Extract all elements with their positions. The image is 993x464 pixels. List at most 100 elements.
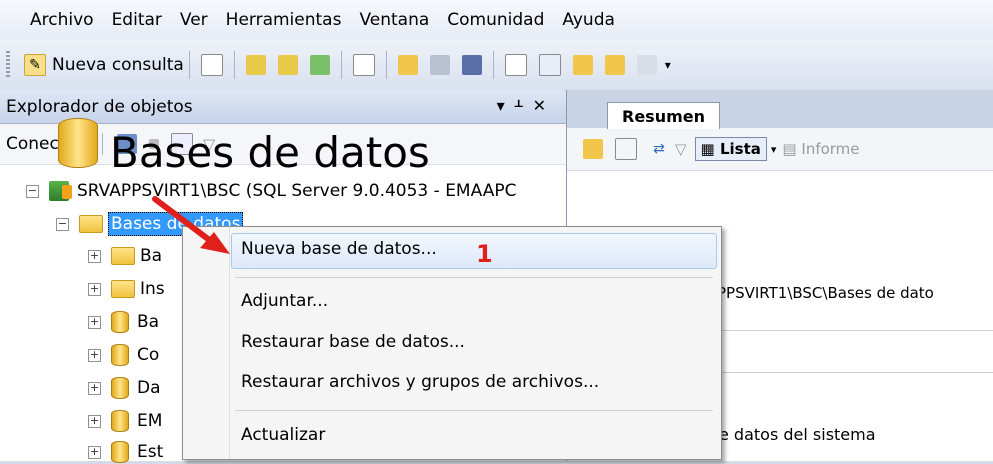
menu-separator	[235, 410, 713, 411]
summary-path: PPSVIRT1\BSC\Bases de dato	[717, 284, 934, 302]
tab-label: Resumen	[622, 106, 705, 126]
properties-icon[interactable]	[504, 54, 527, 76]
database-icon	[111, 344, 129, 366]
panel-controls: ▾ᚆ✕	[497, 96, 556, 115]
up-folder-icon[interactable]	[583, 139, 603, 159]
database-icon	[111, 377, 129, 399]
summary-title: Bases de datos	[110, 128, 430, 177]
open-folder-icon[interactable]	[397, 55, 418, 75]
close-icon[interactable]: ✕	[533, 96, 556, 115]
menu-item-restore-database[interactable]: Restaurar base de datos...	[241, 332, 465, 352]
report-button[interactable]: ▤ Informe	[782, 140, 859, 158]
expand-icon[interactable]: +	[88, 348, 101, 362]
annotation-arrow-icon	[152, 196, 230, 254]
expand-icon[interactable]: +	[88, 381, 101, 395]
menu-separator	[235, 277, 713, 278]
expand-icon[interactable]: +	[88, 249, 101, 263]
server-label: SRVAPPSVIRT1\BSC (SQL Server 9.0.4053 - …	[77, 181, 517, 201]
overflow-icon[interactable]: ▾	[665, 58, 671, 72]
menu-comunidad[interactable]: Comunidad	[447, 10, 544, 30]
expand-icon[interactable]: +	[88, 414, 101, 428]
tree-node-label: EM	[137, 411, 163, 431]
tree-node-child[interactable]: + Ins	[88, 277, 165, 301]
new-query-button[interactable]: ✎ Nueva consulta	[18, 54, 184, 76]
new-query-label: Nueva consulta	[52, 55, 184, 75]
list-icon: ▦	[700, 140, 715, 158]
solution-explorer-icon[interactable]	[636, 55, 657, 75]
toolbar-separator	[492, 51, 494, 79]
database-icon	[111, 410, 129, 432]
server-icon	[49, 181, 72, 201]
collapse-icon[interactable]: −	[56, 217, 69, 231]
folder-icon	[79, 215, 103, 233]
menu-ventana[interactable]: Ventana	[359, 10, 429, 30]
collapse-icon[interactable]: −	[26, 184, 39, 198]
toolbar-separator	[340, 51, 342, 79]
dropdown-icon[interactable]: ▾	[497, 96, 515, 115]
summary-row[interactable]: e datos del sistema	[719, 425, 876, 444]
menu-ver[interactable]: Ver	[180, 10, 208, 30]
tab-resumen[interactable]: Resumen	[607, 102, 720, 129]
toolbar-separator	[385, 51, 387, 79]
folder-icon	[111, 280, 135, 298]
tree-node-child[interactable]: + EM	[88, 409, 162, 433]
object-explorer-icon[interactable]	[572, 55, 593, 75]
template-explorer-icon[interactable]	[604, 55, 625, 75]
tree-node-child[interactable]: + Est	[88, 440, 163, 464]
db-query-icon[interactable]	[245, 55, 266, 75]
report-icon: ▤	[782, 140, 797, 158]
filter-icon[interactable]: ▽	[675, 140, 687, 158]
menu-herramientas[interactable]: Herramientas	[226, 10, 342, 30]
toolbar-grip[interactable]	[6, 51, 10, 79]
tree-node-child[interactable]: + Da	[88, 376, 161, 400]
standard-toolbar: ✎ Nueva consulta ▾	[0, 40, 993, 90]
object-explorer-title: Explorador de objetos	[6, 96, 193, 117]
toolbar-separator	[101, 133, 103, 155]
menu-item-attach[interactable]: Adjuntar...	[241, 291, 328, 311]
sync-icon[interactable]: ⇄	[649, 139, 669, 159]
menu-ayuda[interactable]: Ayuda	[562, 10, 615, 30]
step-number-badge: 1	[476, 240, 493, 268]
tree-node-label: Ba	[137, 312, 160, 332]
tab-strip: Resumen	[567, 90, 993, 129]
list-label: Lista	[719, 140, 761, 158]
registered-servers-icon[interactable]	[538, 54, 561, 76]
menu-editar[interactable]: Editar	[112, 10, 162, 30]
tree-node-label: Est	[137, 442, 164, 462]
database-icon	[111, 311, 129, 333]
new-project-icon[interactable]	[200, 54, 223, 76]
save-all-icon[interactable]	[461, 55, 482, 75]
report-label: Informe	[801, 140, 860, 158]
summary-toolbar: ⇄ ▽ ▦ Lista ▾ ▤ Informe	[567, 128, 993, 171]
context-menu: Nueva base de datos... Adjuntar... Resta…	[182, 226, 722, 460]
database-icon	[111, 441, 129, 463]
chevron-down-icon[interactable]: ▾	[771, 143, 777, 156]
toolbar-separator	[233, 51, 235, 79]
expand-icon[interactable]: +	[88, 282, 101, 296]
mdx-query-icon[interactable]	[277, 55, 298, 75]
summary-path-text: PPSVIRT1\BSC\Bases de dato	[717, 284, 934, 302]
new-query-icon: ✎	[24, 54, 46, 76]
tree-node-label: Ins	[140, 279, 165, 299]
list-button[interactable]: ▦ Lista	[694, 137, 767, 161]
refresh-icon[interactable]	[615, 138, 637, 160]
menu-item-new-database[interactable]: Nueva base de datos...	[241, 239, 437, 259]
dmx-query-icon[interactable]	[309, 55, 330, 75]
tree-node-label: Co	[137, 345, 160, 365]
menu-archivo[interactable]: Archivo	[30, 10, 94, 30]
expand-icon[interactable]: +	[88, 445, 101, 459]
save-icon[interactable]	[429, 55, 450, 75]
tree-node-child[interactable]: + Ba	[88, 310, 159, 334]
menu-bar: Archivo Editar Ver Herramientas Ventana …	[0, 0, 993, 40]
new-file-icon[interactable]	[352, 54, 375, 76]
menu-item-restore-files[interactable]: Restaurar archivos y grupos de archivos.…	[241, 372, 599, 392]
toolbar-separator	[188, 51, 190, 79]
pin-icon[interactable]: ᚆ	[515, 96, 533, 115]
folder-icon	[111, 247, 135, 265]
database-large-icon	[58, 118, 98, 168]
menu-item-refresh[interactable]: Actualizar	[241, 425, 325, 445]
tree-node-label: Da	[137, 378, 161, 398]
tree-node-child[interactable]: + Co	[88, 343, 159, 367]
expand-icon[interactable]: +	[88, 315, 101, 329]
tree-node-server[interactable]: − SRVAPPSVIRT1\BSC (SQL Server 9.0.4053 …	[26, 179, 516, 203]
